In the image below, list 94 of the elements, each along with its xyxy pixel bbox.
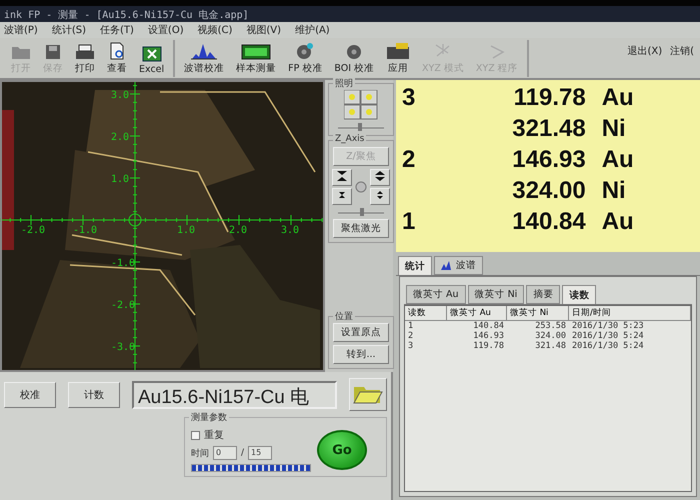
menu-item[interactable]: 任务(T): [100, 23, 134, 37]
slider-icon: [336, 208, 386, 216]
menu-item[interactable]: 视图(V): [246, 23, 282, 37]
axis-label: 2.0: [111, 132, 130, 143]
total-time-field[interactable]: 15: [248, 446, 272, 460]
axis-label: -1.0: [73, 225, 98, 236]
table-cell-text: 2016/1/30 5:24: [571, 341, 645, 351]
spreadsheet-icon: [142, 46, 162, 62]
toolbar-button[interactable]: 查看: [104, 40, 130, 76]
toolbar-button[interactable]: 波谱校准: [181, 40, 228, 76]
reading-number: 3: [402, 83, 416, 113]
table-cell-text: 253.58: [534, 321, 567, 331]
toolbar-button[interactable]: 应用: [383, 40, 414, 76]
gear-icon: [295, 42, 316, 60]
window-title: ink FP - 测量 - [Au15.6-Ni157-Cu 电金.app]: [0, 6, 700, 22]
menu-item[interactable]: 波谱(P): [4, 23, 38, 37]
element-symbol: Au: [602, 207, 635, 237]
element-symbol: Ni: [602, 114, 627, 144]
toolbar-button[interactable]: 打印: [72, 42, 98, 76]
table-cell-text: 2016/1/30 5:24: [571, 331, 645, 341]
printer-icon: [75, 44, 95, 60]
open-folder-button[interactable]: [349, 378, 387, 411]
axis-label: 1.0: [177, 225, 196, 236]
machine-icon: [386, 42, 410, 60]
axis-label: 2.0: [229, 225, 248, 236]
tab[interactable]: 微英寸 Ni: [468, 285, 524, 304]
column-header[interactable]: 读数: [405, 306, 447, 321]
lamp-buttons-icon: [344, 90, 378, 120]
table-cell-text: 324.00: [534, 331, 567, 341]
tab[interactable]: 微英寸 Au: [406, 285, 466, 304]
reading-number: 2: [402, 145, 416, 175]
column-header[interactable]: 微英寸 Au: [447, 306, 507, 321]
time-label: 时间: [191, 448, 209, 460]
menu-item[interactable]: 视频(C): [198, 23, 232, 37]
menu-link[interactable]: 注销(: [670, 44, 694, 58]
arrow-button[interactable]: [332, 169, 352, 186]
tab[interactable]: 波谱: [434, 256, 483, 275]
tab[interactable]: 摘要: [526, 285, 560, 304]
magnifier-page-icon: [109, 42, 125, 60]
go-button[interactable]: Go: [317, 430, 367, 470]
time-field[interactable]: 0: [213, 446, 237, 460]
toolbar-button[interactable]: BOI 校准: [331, 40, 378, 76]
tab[interactable]: 统计: [398, 256, 432, 275]
table-cell-text: 3: [407, 341, 414, 351]
laser-focus-button[interactable]: 聚焦激光: [333, 219, 389, 238]
toolbar-button[interactable]: Excel: [136, 44, 168, 76]
toolbar-button[interactable]: FP 校准: [285, 40, 326, 76]
menu-link[interactable]: 退出(X): [627, 44, 662, 58]
arrow-button[interactable]: [370, 169, 390, 186]
reading-value: 324.00: [511, 176, 586, 206]
arrow-button[interactable]: [332, 188, 352, 205]
toolbar-button[interactable]: 样本测量: [233, 42, 280, 76]
table-cell-text: 2: [407, 331, 414, 341]
column-header[interactable]: 日期/时间: [569, 306, 691, 321]
table-cell-text: 140.84: [472, 321, 505, 331]
table-cell-text: 321.48: [534, 341, 567, 351]
double-arrow-icon: [374, 171, 386, 181]
file-name-field[interactable]: Au15.6-Ni157-Cu 电: [132, 380, 337, 408]
action-button[interactable]: 计数: [68, 382, 120, 408]
element-symbol: Au: [602, 83, 635, 113]
double-arrow-icon: [336, 171, 348, 181]
action-button[interactable]: 校准: [4, 382, 56, 408]
element-symbol: Au: [602, 145, 635, 175]
menu-item[interactable]: 统计(S): [52, 23, 86, 37]
table-cell-text: 2016/1/30 5:23: [571, 321, 645, 331]
group-title: 测量参数: [189, 411, 229, 424]
slider-icon: [336, 123, 386, 131]
axis-label: -2.0: [21, 225, 46, 236]
table-cell-text: 1: [407, 321, 414, 331]
goto-button[interactable]: 转到...: [333, 345, 389, 364]
counter-display-icon: [241, 44, 272, 60]
table-cell-text: 146.93: [472, 331, 505, 341]
column-header[interactable]: 微英寸 Ni: [507, 306, 569, 321]
group-title: 照明: [333, 77, 355, 90]
group-title: Z_Axis: [333, 134, 366, 144]
reading-value: 119.78: [512, 83, 586, 113]
menu-item[interactable]: 维护(A): [295, 23, 330, 37]
reading-value: 321.48: [511, 114, 586, 144]
table-cell-text: 119.78: [472, 341, 505, 351]
repeat-checkbox[interactable]: 重复: [191, 428, 311, 442]
reading-value: 146.93: [511, 145, 586, 175]
arrow-button[interactable]: [370, 188, 390, 205]
tab[interactable]: 读数: [562, 285, 596, 304]
axis-label: 1.0: [111, 174, 130, 185]
menu-item[interactable]: 设置(O): [148, 23, 184, 37]
set-origin-button[interactable]: 设置原点: [333, 323, 389, 342]
group-title: 位置: [333, 310, 355, 323]
axis-label: 3.0: [111, 90, 130, 101]
separator: /: [241, 448, 244, 458]
axis-label: 3.0: [281, 225, 300, 236]
spectrum-icon: [441, 261, 453, 270]
reading-value: 140.84: [511, 207, 586, 237]
element-symbol: Ni: [602, 176, 627, 206]
reading-number: 1: [402, 207, 416, 237]
